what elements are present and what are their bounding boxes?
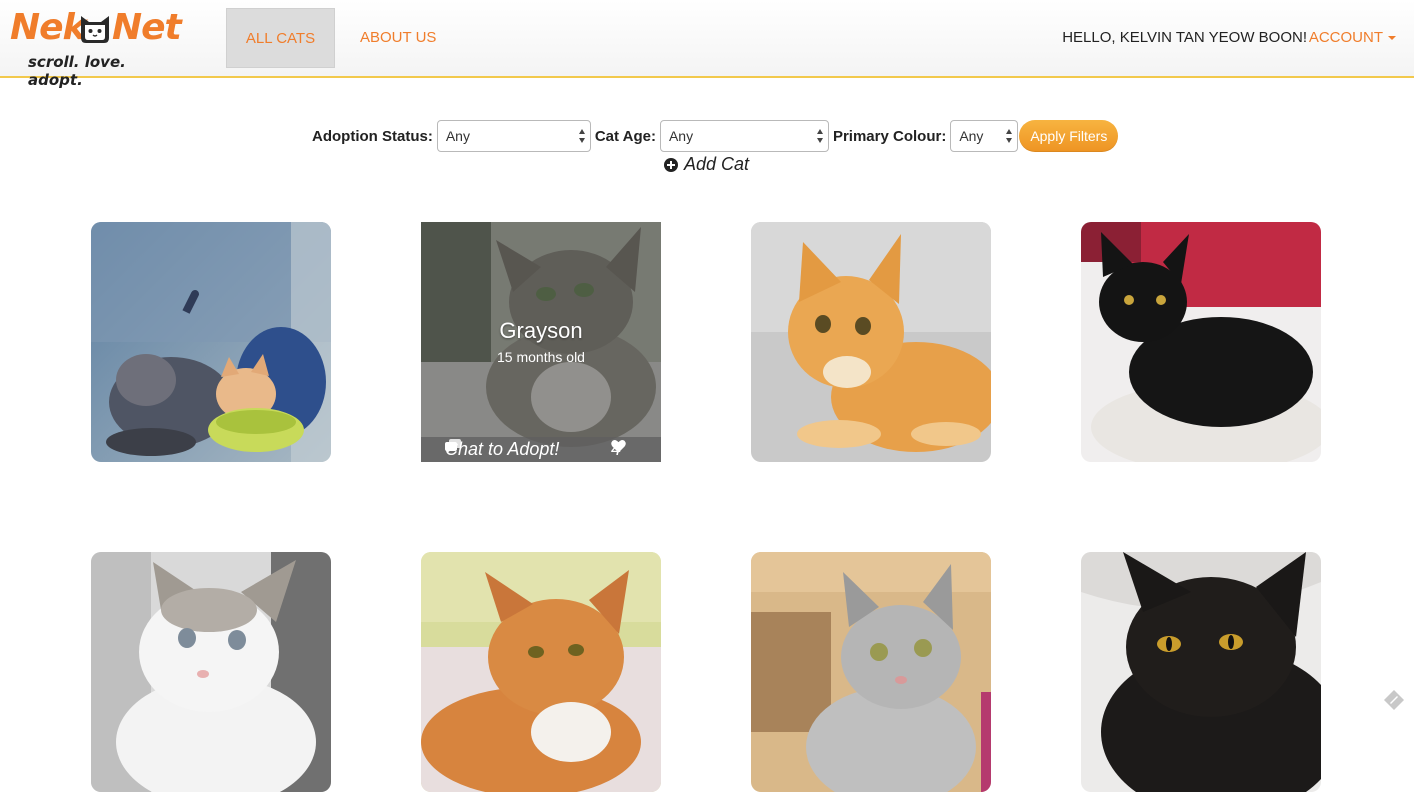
select-arrows-icon [816,129,824,143]
cat-photo [91,552,331,792]
cat-card[interactable] [751,222,991,462]
add-cat-label: Add Cat [684,154,750,174]
cat-card[interactable] [421,552,661,792]
chat-to-adopt-button[interactable]: Chat to Adopt! [445,439,559,460]
select-arrows-icon [578,129,586,143]
cat-card[interactable] [91,552,331,792]
nav-about-us[interactable]: ABOUT US [360,8,436,68]
navbar: Nek Net scroll. love. adopt. ALL CATS AB… [0,0,1414,89]
add-cat-button[interactable]: Add Cat [664,154,749,175]
chat-icon [445,439,461,453]
filter-bar: Adoption Status: Any Cat Age: Any Primar… [312,119,1119,153]
apply-filters-button[interactable]: Apply Filters [1019,120,1119,152]
pencil-tag-icon[interactable] [1382,688,1406,712]
cat-photo [751,552,991,792]
cat-card[interactable] [91,222,331,462]
user-greeting: HELLO, KELVIN TAN YEOW BOON! [1062,29,1307,46]
heart-icon [611,439,626,453]
cat-photo [751,222,991,462]
cat-photo [1081,552,1321,792]
nav-all-cats[interactable]: ALL CATS [226,8,335,68]
account-label: ACCOUNT [1308,29,1383,46]
cat-photo [91,222,331,462]
adoption-status-value: Any [445,128,470,144]
primary-colour-value: Any [959,128,984,144]
select-arrows-icon [1006,129,1013,143]
account-dropdown[interactable]: ACCOUNT [1309,29,1396,46]
card-action-bar: Chat to Adopt! 4 [421,437,661,462]
cat-age-value: Any [668,128,694,144]
cat-face-icon [81,16,109,43]
cat-age-select[interactable]: Any [659,120,829,152]
cat-card[interactable]: Grayson 15 months old Chat to Adopt! 4 [421,222,661,462]
nekonet-logo[interactable]: Nek Net scroll. love. adopt. [10,6,182,89]
like-button[interactable]: 4 [611,439,626,460]
plus-circle-icon [664,157,678,172]
primary-colour-label: Primary Colour: [832,127,947,145]
cat-age: 15 months old [497,349,585,365]
cat-photo [1081,222,1321,462]
cat-card[interactable] [1081,222,1321,462]
cat-card[interactable] [751,552,991,792]
logo-text-right: Net [112,7,182,48]
primary-colour-select[interactable]: Any [950,120,1019,152]
logo-text-left: Nek [10,7,86,48]
tagline: scroll. love. adopt. [28,53,126,89]
adoption-status-select[interactable]: Any [436,120,591,152]
cat-age-label: Cat Age: [594,127,656,145]
cat-photo [421,552,661,792]
cat-name: Grayson [499,318,583,343]
chat-label: Chat to Adopt! [445,439,560,459]
cat-card[interactable] [1081,552,1321,792]
caret-down-icon [1388,36,1396,41]
adoption-status-label: Adoption Status: [312,127,433,145]
